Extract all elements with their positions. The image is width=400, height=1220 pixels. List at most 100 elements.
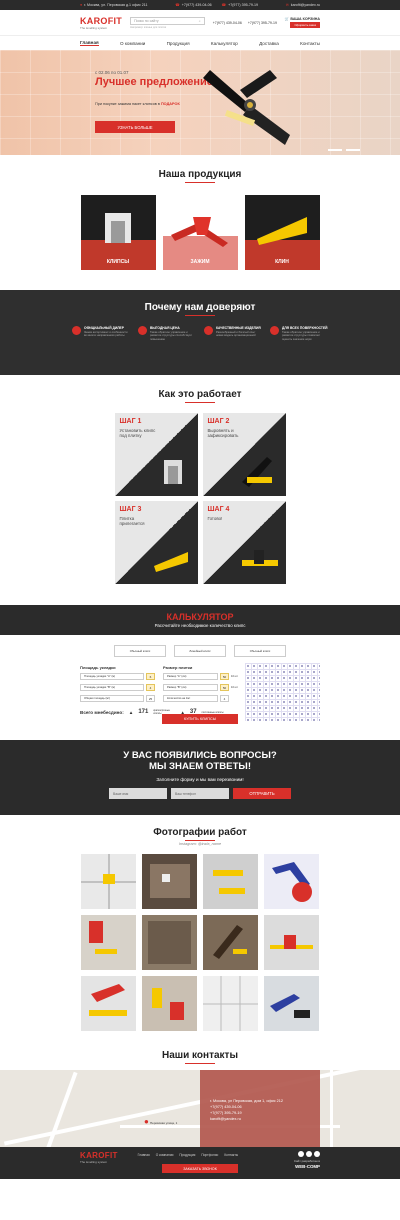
nav-item-products[interactable]: Продукция	[167, 41, 190, 46]
photo-item[interactable]	[81, 854, 136, 909]
footer-link-home[interactable]: Главная	[138, 1153, 150, 1179]
questions-subtitle: Заполните форму и мы вам перезвоним!	[156, 777, 244, 782]
field-label: Количество на 1м²	[163, 695, 218, 702]
tile-layout-preview	[245, 663, 320, 721]
questions-section: У ВАС ПОЯВИЛИСЬ ВОПРОСЫ? МЫ ЗНАЕМ ОТВЕТЫ!…	[0, 740, 400, 815]
products-list: КЛИПСЫ ЗАЖИМ КЛИН	[0, 195, 400, 270]
area-b-input[interactable]: 4	[146, 684, 155, 691]
step-image	[241, 457, 272, 487]
nav-item-contacts[interactable]: Контакты	[300, 41, 320, 46]
hero-slider-dots	[328, 149, 360, 151]
size-row: Размер "В" (см) 50 10 шт	[163, 683, 238, 692]
phone-link-1[interactable]: ☎ +7(977) 439-04-06	[175, 3, 211, 7]
header-phone-2[interactable]: +7(977) 395-79-19	[248, 21, 277, 25]
location-icon: ●	[80, 3, 83, 7]
map-road	[46, 1071, 78, 1147]
slider-dot-1[interactable]	[328, 149, 342, 151]
learn-more-button[interactable]: УЗНАТЬ БОЛЬШЕ	[95, 121, 175, 133]
contact-email[interactable]: karofit@yandex.ru	[210, 1116, 320, 1122]
nav-item-home[interactable]: Главная	[80, 40, 99, 46]
trust-item-title: ВЫГОДНАЯ ЦЕНА	[150, 326, 180, 330]
photo-item[interactable]	[264, 854, 319, 909]
checkout-button[interactable]: Оформить заказ	[290, 22, 320, 28]
slider-dot-2[interactable]	[346, 149, 360, 151]
phone-link-2[interactable]: ☎ +7(977) 395-79-19	[222, 3, 258, 7]
questions-title-line1: У ВАС ПОЯВИЛИСЬ ВОПРОСЫ?	[123, 750, 277, 761]
area-row: Площадь укладки "В" (м) 4	[80, 683, 155, 692]
tab-regular-clip-2[interactable]: Обычный клипс	[234, 645, 286, 657]
cart[interactable]: 🛒 ВАША КОРЗИНА Оформить заказ	[285, 17, 320, 28]
trust-item-title: ДЛЯ ВСЕХ ПОВЕРХНОСТЕЙ	[282, 326, 328, 330]
tab-regular-clip[interactable]: Обычный клипс	[114, 645, 166, 657]
buy-clips-button[interactable]: КУПИТЬ КЛИПСЫ	[162, 714, 238, 724]
trust-section: Почему нам доверяют ОФИЦИАЛЬНЫЙ ДИЛЕР Зна…	[0, 290, 400, 375]
calculator-title: КАЛЬКУЛЯТОР	[166, 612, 234, 622]
photo-image	[148, 921, 191, 964]
nav-item-about[interactable]: О компании	[120, 41, 145, 46]
logo[interactable]: KAROFIT The levelling system	[80, 16, 122, 30]
header: KAROFIT The levelling system Поиск по са…	[0, 10, 400, 36]
step-number: ШАГ 1	[119, 418, 142, 425]
product-card-wedge[interactable]: КЛИН	[244, 195, 320, 270]
photo-image	[89, 921, 117, 954]
photo-image	[272, 862, 312, 902]
step-image	[163, 460, 182, 484]
phone-input[interactable]: Ваш телефон	[171, 788, 229, 799]
instagram-handle[interactable]: Instagram: @inzla_name	[0, 842, 400, 846]
step-number: ШАГ 2	[207, 418, 230, 425]
step-text: Готово!	[207, 516, 223, 521]
name-input[interactable]: Ваше имя	[109, 788, 167, 799]
photo-image	[203, 976, 258, 1031]
tab-linear-clip[interactable]: Линейный клипс	[174, 645, 226, 657]
calculator-tabs: Обычный клипс Линейный клипс Обычный кли…	[80, 645, 320, 657]
area-a-input[interactable]: 6	[146, 673, 155, 680]
hero-desc-accent: ПОДАРОК	[160, 102, 180, 106]
size-a-input[interactable]: 50	[220, 673, 229, 680]
developer-label: Сайт разработан в	[293, 1159, 320, 1163]
trust-item: ОФИЦИАЛЬНЫЙ ДИЛЕР Знаем ассортимент и осо…	[72, 326, 130, 341]
nav-item-delivery[interactable]: Доставка	[259, 41, 279, 46]
order-call-button[interactable]: ЗАКАЗАТЬ ЗВОНОК	[162, 1164, 238, 1173]
map[interactable]: ● Перовская улица, 1 г. Москва, ул Перов…	[0, 1070, 400, 1147]
field-label: Площадь укладки "В" (м)	[80, 684, 144, 691]
developer-name[interactable]: WEB-COMP	[294, 1164, 320, 1169]
photo-item[interactable]	[203, 854, 258, 909]
nav-item-calculator[interactable]: Калькулятор	[211, 41, 238, 46]
vk-icon[interactable]	[298, 1151, 304, 1157]
send-button[interactable]: ОТПРАВИТЬ	[233, 788, 291, 799]
product-card-clips[interactable]: КЛИПСЫ	[80, 195, 156, 270]
email-link[interactable]: ✉ karofit@yandex.ru	[286, 3, 320, 7]
photo-item[interactable]	[142, 976, 197, 1031]
header-phone-1[interactable]: +7(977) 439-04-06	[213, 21, 242, 25]
photo-item[interactable]	[142, 915, 197, 970]
map-pin-icon[interactable]: ●	[144, 1117, 149, 1126]
footer-logo[interactable]: KAROFIT The levelling system	[80, 1151, 118, 1179]
photo-item[interactable]	[142, 854, 197, 909]
facebook-icon[interactable]	[306, 1151, 312, 1157]
trust-item-desc: Знаем ассортимент и особенности во многи…	[84, 331, 128, 338]
photo-image	[213, 925, 247, 959]
social-icons	[294, 1151, 320, 1157]
photo-item[interactable]	[81, 915, 136, 970]
photo-item[interactable]	[203, 976, 258, 1031]
price-tag-icon	[138, 326, 147, 335]
trust-item: ВЫГОДНАЯ ЦЕНА Также обратное управление и…	[138, 326, 196, 341]
search: Поиск по сайту ⌕ Например: клинья для пл…	[130, 16, 205, 29]
surface-icon	[270, 326, 279, 335]
photo-item[interactable]	[264, 915, 319, 970]
photo-grid	[0, 854, 400, 1031]
search-icon[interactable]: ⌕	[199, 19, 201, 23]
instagram-icon[interactable]	[314, 1151, 320, 1157]
photo-item[interactable]	[264, 976, 319, 1031]
products-title: Наша продукция	[0, 169, 400, 183]
search-input[interactable]: Поиск по сайту ⌕	[130, 16, 205, 25]
footer-tagline: The levelling system	[80, 1160, 108, 1164]
photo-item[interactable]	[203, 915, 258, 970]
photo-item[interactable]	[81, 976, 136, 1031]
step-card: ШАГ 4 Готово!	[202, 501, 286, 584]
size-b-input[interactable]: 50	[220, 684, 229, 691]
size-unit: 10 шт	[231, 675, 238, 678]
step-card: ШАГ 3 Плитка прилегается	[114, 501, 198, 584]
product-card-clamp[interactable]: ЗАЖИМ	[162, 195, 238, 270]
photo-image	[150, 864, 190, 898]
